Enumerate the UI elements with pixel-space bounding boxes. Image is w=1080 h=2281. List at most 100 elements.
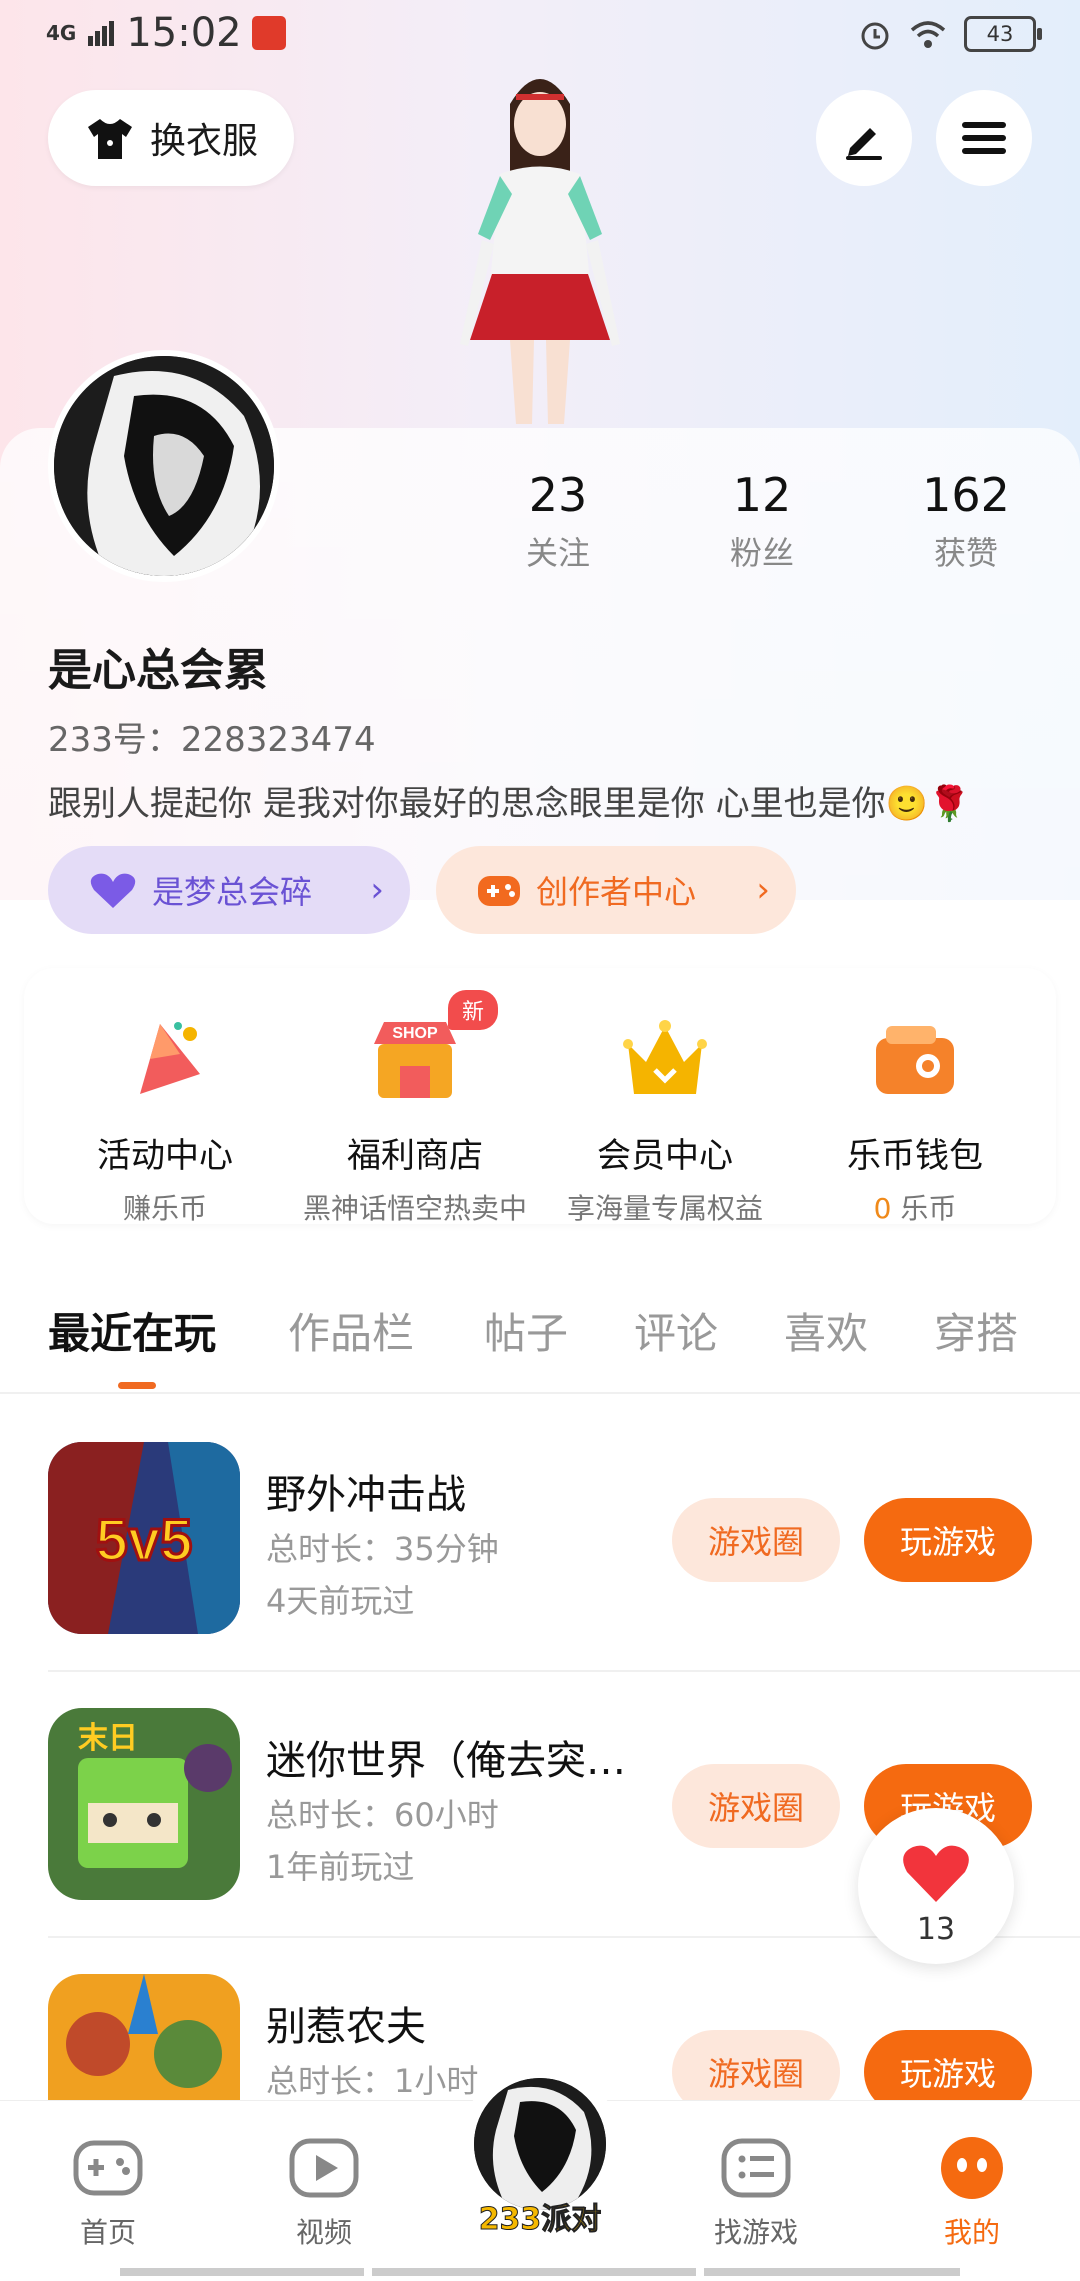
feature-subtitle: 黑神话悟空热卖中 <box>302 1192 527 1225</box>
wallet-icon <box>876 1026 954 1094</box>
tab-recent-played[interactable]: 最近在玩 <box>48 1300 216 1361</box>
alarm-icon <box>861 22 889 50</box>
followers-count: 12 <box>732 468 792 522</box>
game-icon: 5v5 <box>48 1442 240 1634</box>
game-name: 野外冲击战 <box>266 1472 466 1518</box>
heart-icon <box>90 873 136 908</box>
feature-title: 会员中心 <box>597 1136 733 1176</box>
like-floating-button[interactable]: 13 <box>858 1808 1014 1964</box>
following-stat[interactable]: 23 关注 <box>478 468 638 574</box>
user-id: 233号：228323474 <box>48 720 376 760</box>
nav-video[interactable]: 视频 <box>244 2135 404 2251</box>
game-circle-button[interactable]: 游戏圈 <box>672 1498 840 1582</box>
following-count: 23 <box>528 468 588 522</box>
feature-wallet[interactable]: 乐币钱包 0 乐币 <box>790 968 1040 1227</box>
guild-label: 是梦总会碎 <box>152 873 313 911</box>
heart-icon <box>903 1845 969 1902</box>
pen-icon <box>846 128 882 160</box>
tab-posts[interactable]: 帖子 <box>484 1300 568 1361</box>
party-icon <box>140 1022 200 1094</box>
game-duration: 总时长：60小时 <box>266 1796 499 1834</box>
following-label: 关注 <box>525 534 590 572</box>
likes-count: 162 <box>922 468 1010 522</box>
feature-subtitle: 赚乐币 <box>122 1192 207 1225</box>
shop-sign: SHOP <box>392 1025 438 1042</box>
game-art: 5v5 <box>48 1442 240 1634</box>
menu-button[interactable] <box>936 90 1032 186</box>
game-icon: 末日 <box>48 1708 240 1900</box>
shop-icon: SHOP <box>374 1022 456 1098</box>
avatar-image <box>474 2078 606 2210</box>
play-icon <box>289 2138 359 2198</box>
nav-me[interactable]: 我的 <box>892 2135 1052 2251</box>
app-notification-icon <box>251 16 286 50</box>
creator-center-button[interactable]: 创作者中心 › <box>436 846 796 934</box>
likes-stat[interactable]: 162 获赞 <box>886 468 1046 574</box>
feature-subtitle: 享海量专属权益 <box>566 1192 763 1225</box>
content-tabs: 最近在玩 作品栏 帖子 评论 喜欢 穿搭 <box>0 1262 1080 1394</box>
game-art-text: 末日 <box>78 1722 138 1755</box>
game-name: 迷你世界（俺去突… <box>266 1738 626 1784</box>
crown-icon <box>623 1020 707 1094</box>
coin-unit: 乐币 <box>900 1192 957 1225</box>
divider <box>48 1670 1080 1672</box>
home-indicator <box>704 2268 960 2276</box>
list-icon <box>721 2138 791 2198</box>
signal-icon <box>88 21 115 46</box>
profile-icon <box>941 2137 1003 2199</box>
feature-title: 乐币钱包 <box>847 1136 983 1176</box>
profile-avatar[interactable] <box>48 350 280 582</box>
nav-find-games[interactable]: 找游戏 <box>676 2135 836 2251</box>
home-indicator <box>120 2268 364 2276</box>
menu-icon <box>962 122 1006 154</box>
creator-center-label: 创作者中心 <box>536 873 697 911</box>
new-badge: 新 <box>448 990 499 1030</box>
character-avatar[interactable] <box>420 64 660 424</box>
tab-works[interactable]: 作品栏 <box>288 1300 414 1361</box>
home-indicator <box>372 2268 696 2276</box>
game-last-played: 4天前玩过 <box>266 1582 415 1620</box>
followers-stat[interactable]: 12 粉丝 <box>682 468 842 574</box>
game-circle-button[interactable]: 游戏圈 <box>672 1764 840 1848</box>
edit-profile-button[interactable] <box>816 90 912 186</box>
change-outfit-label: 换衣服 <box>149 121 258 162</box>
feature-subtitle: 0 乐币 <box>790 1187 1040 1227</box>
nav-home[interactable]: 首页 <box>28 2135 188 2251</box>
tab-comments[interactable]: 评论 <box>634 1300 718 1361</box>
nav-label: 视频 <box>295 2216 352 2249</box>
feature-member-center[interactable]: 会员中心 享海量专属权益 <box>540 968 790 1227</box>
followers-label: 粉丝 <box>729 534 794 572</box>
gamepad-icon <box>478 876 520 906</box>
wifi-icon <box>910 21 946 48</box>
coin-balance: 0 <box>873 1192 892 1225</box>
gamepad-icon <box>73 2140 143 2196</box>
feature-title: 活动中心 <box>97 1136 233 1176</box>
game-last-played: 1年前玩过 <box>266 1848 415 1886</box>
tab-outfits[interactable]: 穿搭 <box>934 1300 1018 1361</box>
game-art-text: 5v5 <box>96 1508 193 1573</box>
nav-label: 首页 <box>79 2216 136 2249</box>
guild-button[interactable]: 是梦总会碎 › <box>48 846 410 934</box>
nav-label: 找游戏 <box>713 2216 798 2249</box>
nav-party[interactable]: 233派对 <box>460 2064 620 2238</box>
status-time: 15:02 <box>126 10 242 56</box>
game-name: 别惹农夫 <box>266 2004 426 2050</box>
bio: 跟别人提起你 是我对你最好的思念眼里是你 心里也是你🙂🌹 <box>48 784 971 824</box>
game-duration: 总时长：35分钟 <box>266 1530 499 1568</box>
likes-label: 获赞 <box>933 534 998 572</box>
battery-indicator: 43 <box>964 16 1042 52</box>
nickname: 是心总会累 <box>48 645 268 696</box>
change-outfit-button[interactable]: 换衣服 <box>48 90 294 186</box>
list-item[interactable]: 5v5 野外冲击战 总时长：35分钟 4天前玩过 游戏圈 玩游戏 <box>0 1442 1080 1708</box>
chevron-right-icon: › <box>756 870 770 910</box>
like-count: 13 <box>916 1912 956 1947</box>
tab-likes[interactable]: 喜欢 <box>784 1300 868 1361</box>
play-game-button[interactable]: 玩游戏 <box>864 1498 1032 1582</box>
feature-grid: 活动中心 赚乐币 SHOP 福利商店 黑神话悟空热卖中 会员中心 享海量专属权益… <box>24 968 1056 1227</box>
network-indicator: 4G <box>46 21 77 45</box>
chevron-right-icon: › <box>370 870 384 910</box>
nav-party-label: 233派对 <box>478 2202 602 2238</box>
status-bar: 4G 15:02 43 <box>0 0 1080 72</box>
feature-activity-center[interactable]: 活动中心 赚乐币 <box>40 968 290 1227</box>
feature-welfare-shop[interactable]: SHOP 福利商店 黑神话悟空热卖中 <box>290 968 540 1227</box>
